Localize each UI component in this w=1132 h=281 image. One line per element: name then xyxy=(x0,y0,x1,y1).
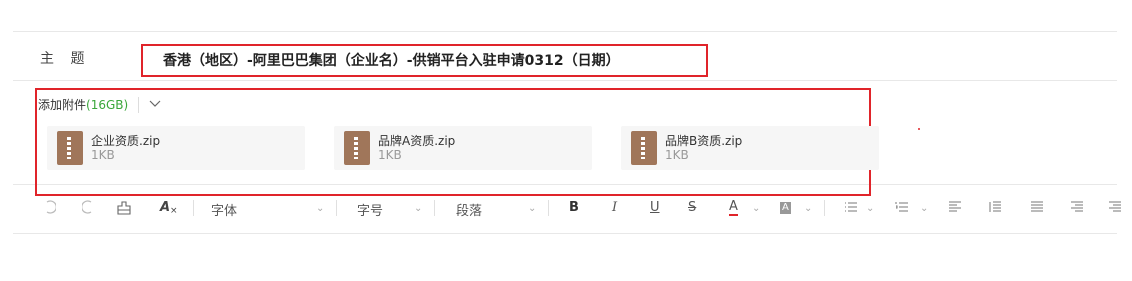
add-attachment-button[interactable]: 添加附件(16GB) xyxy=(38,96,128,113)
attachment-quota: (16GB) xyxy=(86,98,129,112)
strikethrough-button[interactable]: S xyxy=(688,200,696,215)
font-color-button[interactable]: A xyxy=(729,200,738,216)
attachment-file[interactable]: 品牌A资质.zip 1KB xyxy=(334,126,592,170)
clear-format-x-icon: × xyxy=(170,206,178,216)
underline-button[interactable]: U xyxy=(650,200,660,215)
clear-format-icon[interactable]: A xyxy=(160,200,170,215)
attachment-file[interactable]: 品牌B资质.zip 1KB xyxy=(621,126,879,170)
undo-icon[interactable] xyxy=(44,200,57,218)
attachment-file-name: 企业资质.zip xyxy=(91,134,161,148)
bold-button[interactable]: B xyxy=(569,200,579,215)
zip-file-icon xyxy=(57,131,83,165)
divider xyxy=(336,200,337,216)
divider xyxy=(13,233,1117,234)
redo-icon[interactable] xyxy=(81,200,94,218)
attachment-file-name: 品牌A资质.zip xyxy=(378,134,456,148)
chevron-down-icon[interactable]: ⌄ xyxy=(920,203,928,214)
add-attachment-label: 添加附件 xyxy=(38,98,87,112)
italic-button[interactable]: I xyxy=(612,200,617,215)
bullet-list-icon[interactable] xyxy=(844,200,858,218)
attachment-file-size: 1KB xyxy=(665,148,689,162)
font-family-select[interactable]: 字体 xyxy=(211,200,237,219)
background-color-button[interactable]: A xyxy=(780,202,791,214)
chevron-down-icon[interactable]: ⌄ xyxy=(804,203,812,214)
align-left-icon[interactable] xyxy=(948,200,962,218)
attachment-file-size: 1KB xyxy=(91,148,115,162)
divider xyxy=(138,96,140,113)
align-justify-icon[interactable] xyxy=(1030,200,1044,218)
font-size-select[interactable]: 字号 xyxy=(357,200,383,219)
line-height-icon[interactable] xyxy=(1108,200,1122,218)
editor-toolbar: A × 字体 ⌄ 字号 ⌄ 段落 ⌄ B I U S A ⌄ A ⌄ ⌄ ⌄ xyxy=(0,196,1132,222)
divider xyxy=(13,80,1117,81)
subject-label: 主 题 xyxy=(40,51,91,67)
chevron-down-icon[interactable]: ⌄ xyxy=(752,203,760,214)
zip-file-icon xyxy=(344,131,370,165)
format-painter-icon[interactable] xyxy=(116,200,132,220)
divider xyxy=(824,200,825,216)
divider xyxy=(193,200,194,216)
divider xyxy=(13,31,1117,32)
divider xyxy=(434,200,435,216)
align-right-icon[interactable] xyxy=(1070,200,1084,218)
paragraph-select[interactable]: 段落 xyxy=(456,200,482,219)
subject-highlight-box xyxy=(141,44,708,77)
marker-dot xyxy=(918,128,920,130)
attachment-file[interactable]: 企业资质.zip 1KB xyxy=(47,126,305,170)
chevron-down-icon[interactable]: ⌄ xyxy=(866,203,874,214)
attachment-file-name: 品牌B资质.zip xyxy=(665,134,743,148)
chevron-down-icon[interactable]: ⌄ xyxy=(528,203,536,214)
attachment-header: 添加附件(16GB) xyxy=(38,96,161,113)
divider xyxy=(548,200,549,216)
chevron-down-icon[interactable]: ⌄ xyxy=(414,203,422,214)
indent-icon[interactable] xyxy=(988,200,1002,218)
attachment-file-size: 1KB xyxy=(378,148,402,162)
zip-file-icon xyxy=(631,131,657,165)
numbered-list-icon[interactable] xyxy=(895,200,909,218)
chevron-down-icon[interactable] xyxy=(149,98,161,111)
chevron-down-icon[interactable]: ⌄ xyxy=(316,203,324,214)
